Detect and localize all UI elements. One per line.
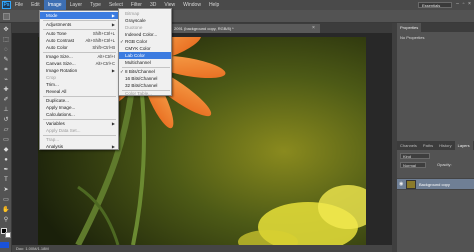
- menu-type[interactable]: Type: [86, 0, 105, 10]
- properties-tabbar: Properties: [397, 23, 474, 32]
- menu-layer[interactable]: Layer: [66, 0, 87, 10]
- eyedropper-icon[interactable]: ⌁: [2, 77, 10, 84]
- move-tool-icon[interactable]: ✥: [2, 27, 10, 34]
- menu-item-auto-tone[interactable]: Auto Tone Shift+Ctrl+L: [40, 30, 118, 37]
- mode-color-table[interactable]: Color Table...: [119, 90, 171, 97]
- menu-help[interactable]: Help: [205, 0, 223, 10]
- menu-item-calculations[interactable]: Calculations...: [40, 111, 118, 118]
- menu-item-canvas-size[interactable]: Canvas Size... Alt+Ctrl+C: [40, 60, 118, 67]
- menu-edit[interactable]: Edit: [27, 0, 44, 10]
- mode-submenu: Bitmap Grayscale Duotone Indexed Color..…: [118, 8, 172, 96]
- mode-8-bits[interactable]: ✓ 8 Bits/Channel: [119, 68, 171, 75]
- menu-item-duplicate[interactable]: Duplicate...: [40, 97, 118, 104]
- menu-item-mode[interactable]: Mode ▶: [40, 12, 118, 19]
- layer-thumbnail: [406, 180, 416, 189]
- tab-layers[interactable]: Layers: [454, 141, 473, 150]
- status-bar: Doc: 1.00M/1.18M: [12, 245, 392, 252]
- eraser-tool-icon[interactable]: ▱: [2, 127, 10, 134]
- image-menu-dropdown: Mode ▶ Adjustments ▶ Auto Tone Shift+Ctrl+L…: [39, 10, 119, 150]
- menu-item-image-rotation[interactable]: Image Rotation ▶: [40, 67, 118, 74]
- mode-grayscale[interactable]: Grayscale: [119, 17, 171, 24]
- type-tool-icon[interactable]: T: [2, 177, 10, 184]
- blend-mode-select[interactable]: Normal: [400, 162, 426, 168]
- menu-window[interactable]: Window: [179, 0, 205, 10]
- menu-item-auto-contrast[interactable]: Auto Contrast Alt+Shift+Ctrl+L: [40, 37, 118, 44]
- tab-properties[interactable]: Properties: [397, 23, 422, 32]
- tab-history[interactable]: History: [436, 141, 454, 150]
- menu-item-analysis[interactable]: Analysis ▶: [40, 143, 118, 150]
- layer-row[interactable]: ◉ Background copy: [397, 178, 474, 190]
- menu-item-variables[interactable]: Variables ▶: [40, 120, 118, 127]
- quick-select-icon[interactable]: ✎: [2, 57, 10, 64]
- photoshop-logo: Ps: [2, 1, 11, 9]
- dodge-tool-icon[interactable]: ●: [2, 157, 10, 164]
- mode-rgb-color[interactable]: ✓ RGB Color: [119, 38, 171, 45]
- right-panels: Properties No Properties Channels Paths …: [397, 23, 474, 252]
- minimize-icon[interactable]: –: [455, 2, 460, 7]
- kind-filter[interactable]: Kind: [400, 153, 430, 159]
- menu-item-crop[interactable]: Crop: [40, 74, 118, 81]
- tab-channels[interactable]: Channels: [397, 141, 420, 150]
- menu-image[interactable]: Image: [43, 0, 66, 10]
- mode-16-bits[interactable]: 16 Bits/Channel: [119, 75, 171, 82]
- lasso-tool-icon[interactable]: ◌: [2, 47, 10, 54]
- layer-name: Background copy: [419, 182, 450, 187]
- pen-tool-icon[interactable]: ✒: [2, 167, 10, 174]
- menu-file[interactable]: File: [11, 0, 27, 10]
- gradient-tool-icon[interactable]: ▭: [2, 137, 10, 144]
- menu-item-apply-image[interactable]: Apply Image...: [40, 104, 118, 111]
- checkmark-icon: ✓: [120, 69, 124, 74]
- mode-lab-color[interactable]: Lab Color: [119, 52, 171, 59]
- menu-item-adjustments[interactable]: Adjustments ▶: [40, 21, 118, 28]
- healing-brush-icon[interactable]: ✚: [2, 87, 10, 94]
- checkmark-icon: ✓: [120, 39, 124, 44]
- mode-duotone[interactable]: Duotone: [119, 24, 171, 31]
- mode-cmyk-color[interactable]: CMYK Color: [119, 45, 171, 52]
- tools-panel: ✥ ⬚ ◌ ✎ ⌗ ⌁ ✚ ✐ ⊥ ↺ ▱ ▭ ◆ ● ✒ T ➤ ▭ ✋ ⚲: [0, 23, 12, 252]
- background-color-swatch[interactable]: [5, 232, 11, 238]
- menu-item-trap[interactable]: Trap...: [40, 136, 118, 143]
- submenu-arrow-icon: ▶: [111, 144, 115, 149]
- layers-tabbar: Channels Paths History Layers: [397, 141, 474, 150]
- tool-preset-icon[interactable]: [3, 13, 10, 20]
- mode-multichannel[interactable]: Multichannel: [119, 59, 171, 66]
- history-brush-icon[interactable]: ↺: [2, 117, 10, 124]
- quick-mask-icon[interactable]: [0, 242, 9, 248]
- shape-tool-icon[interactable]: ▭: [2, 197, 10, 204]
- submenu-arrow-icon: ▶: [111, 121, 115, 126]
- marquee-tool-icon[interactable]: ⬚: [2, 37, 10, 44]
- tab-paths[interactable]: Paths: [420, 141, 436, 150]
- close-icon[interactable]: ×: [467, 2, 472, 7]
- menu-item-trim[interactable]: Trim...: [40, 81, 118, 88]
- mode-bitmap[interactable]: Bitmap: [119, 10, 171, 17]
- submenu-arrow-icon: ▶: [111, 13, 115, 18]
- menu-item-auto-color[interactable]: Auto Color Shift+Ctrl+B: [40, 44, 118, 51]
- tab-close-icon[interactable]: ×: [312, 24, 315, 33]
- menu-bar: Ps File Edit Image Layer Type Select Fil…: [0, 0, 474, 10]
- crop-tool-icon[interactable]: ⌗: [2, 67, 10, 74]
- menu-item-reveal-all[interactable]: Reveal All: [40, 88, 118, 95]
- menu-item-image-size[interactable]: Image Size... Alt+Ctrl+I: [40, 53, 118, 60]
- opacity-label: Opacity:: [437, 162, 452, 167]
- path-select-icon[interactable]: ➤: [2, 187, 10, 194]
- blur-tool-icon[interactable]: ◆: [2, 147, 10, 154]
- maximize-icon[interactable]: ▫: [461, 2, 466, 7]
- workspace-select[interactable]: Essentials: [418, 2, 452, 8]
- submenu-arrow-icon: ▶: [111, 68, 115, 73]
- menu-item-apply-data-set[interactable]: Apply Data Set...: [40, 127, 118, 134]
- clone-stamp-icon[interactable]: ⊥: [2, 107, 10, 114]
- mode-indexed-color[interactable]: Indexed Color...: [119, 31, 171, 38]
- properties-title: No Properties: [400, 35, 425, 40]
- hand-tool-icon[interactable]: ✋: [2, 207, 10, 214]
- document-tab[interactable]: 2091 (background copy, RGB/8) *: [170, 24, 320, 33]
- zoom-tool-icon[interactable]: ⚲: [2, 217, 10, 224]
- brush-tool-icon[interactable]: ✐: [2, 97, 10, 104]
- eye-icon[interactable]: ◉: [399, 181, 403, 187]
- mode-32-bits[interactable]: 32 Bits/Channel: [119, 82, 171, 89]
- submenu-arrow-icon: ▶: [111, 22, 115, 27]
